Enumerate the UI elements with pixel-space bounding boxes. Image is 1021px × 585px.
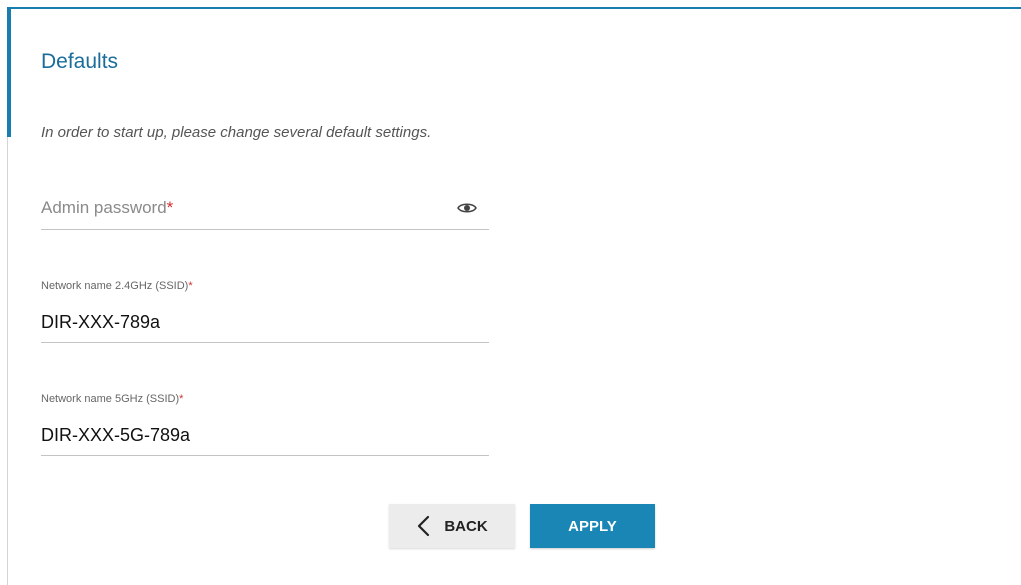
apply-button[interactable]: APPLY [530,504,655,548]
ssid-24ghz-label-text: Network name 2.4GHz (SSID) [41,280,189,292]
eye-icon-svg [457,203,477,213]
left-accent-bar [7,7,11,137]
ssid-24ghz-field: Network name 2.4GHz (SSID)* [41,280,489,343]
ssid-5ghz-input[interactable] [41,420,481,450]
page-title: Defaults [41,50,119,73]
apply-button-label: APPLY [568,517,617,535]
admin-password-input[interactable] [41,188,441,228]
back-button[interactable]: BACK [389,504,515,548]
chevron-left-icon [418,515,430,537]
eye-icon[interactable] [457,201,477,215]
ssid-24ghz-label: Network name 2.4GHz (SSID)* [41,280,193,292]
intro-text: In order to start up, please change seve… [41,124,432,141]
top-rule [7,7,1021,9]
ssid-5ghz-label: Network name 5GHz (SSID)* [41,393,183,405]
required-mark: * [179,393,184,405]
admin-password-field: Admin password* [41,188,489,230]
required-mark: * [188,280,193,292]
defaults-page: Defaults In order to start up, please ch… [0,0,1021,585]
ssid-24ghz-input[interactable] [41,307,481,337]
left-border [7,137,8,585]
ssid-5ghz-label-text: Network name 5GHz (SSID) [41,393,180,405]
back-button-label: BACK [444,517,488,535]
ssid-5ghz-field: Network name 5GHz (SSID)* [41,393,489,456]
